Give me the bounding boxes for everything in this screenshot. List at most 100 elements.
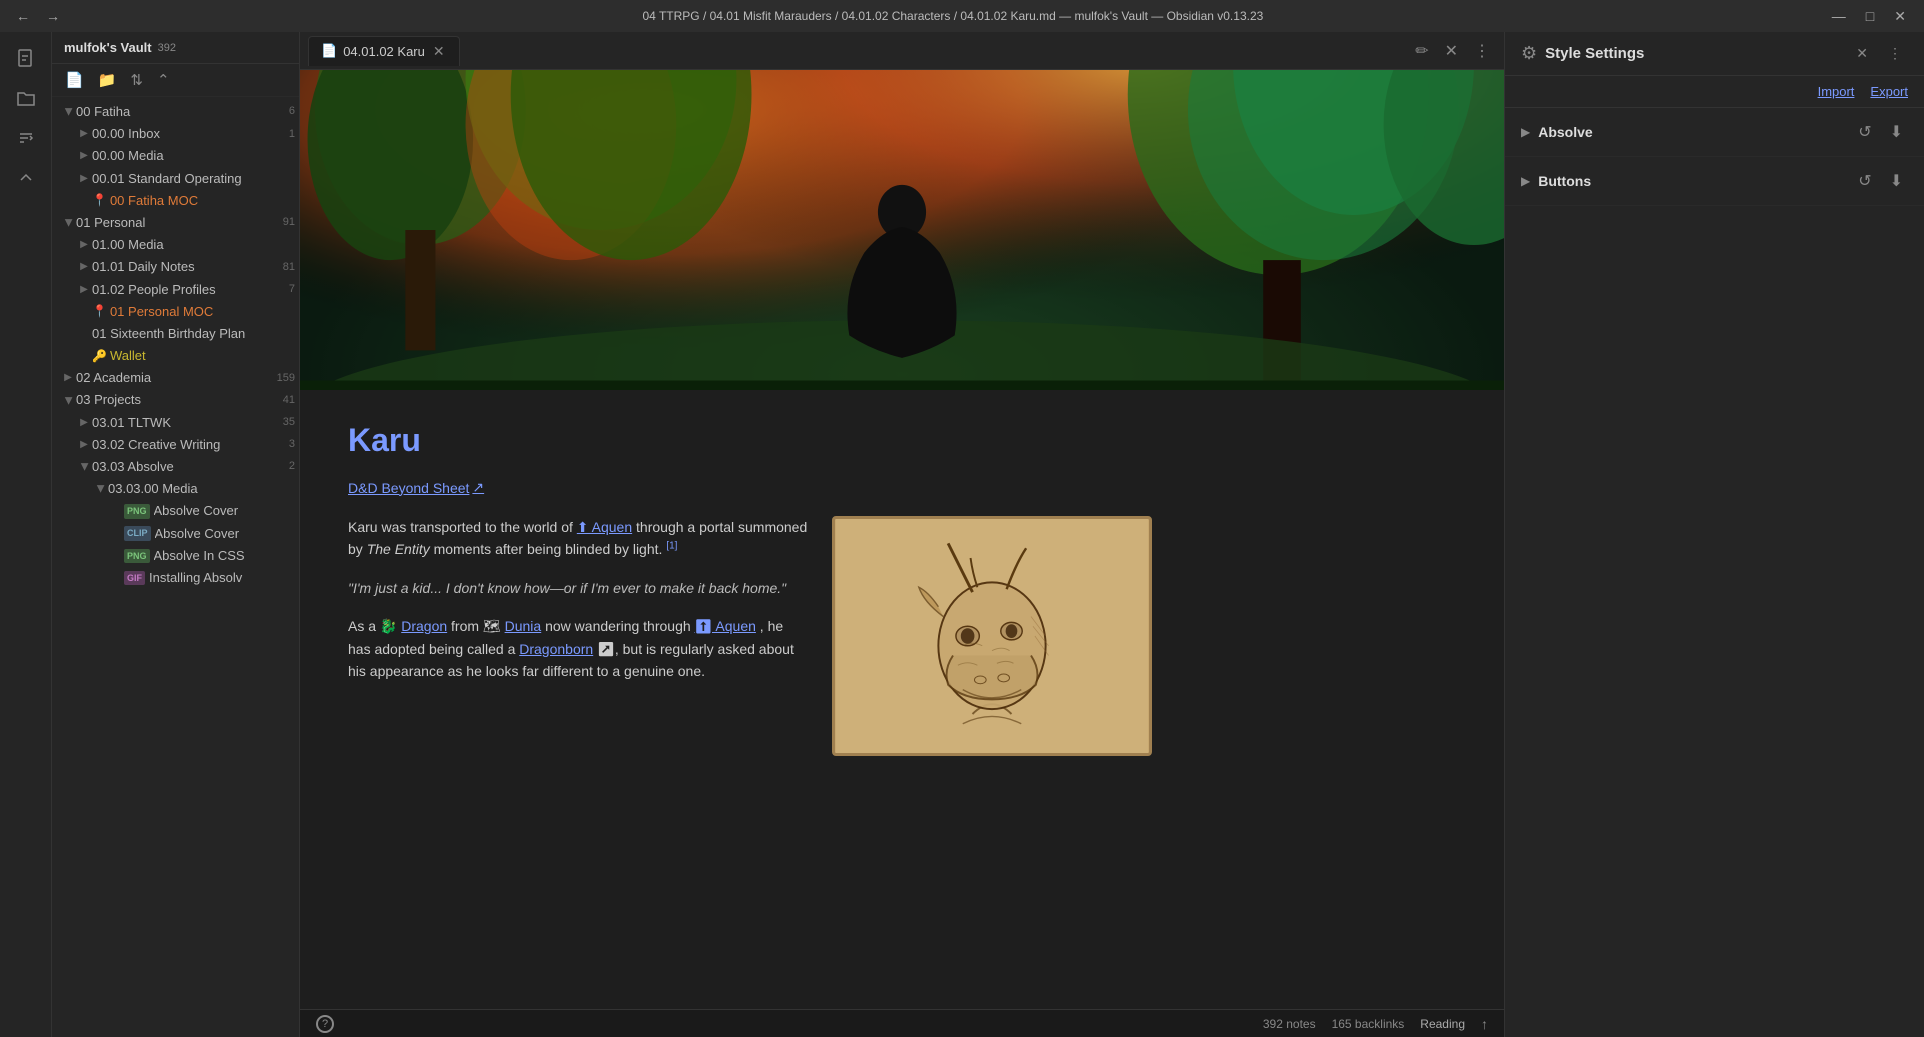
tree-file-01-personal-moc[interactable]: ▶ 📍 01 Personal MOC	[52, 301, 299, 323]
close-panel-button[interactable]: ✕	[1850, 42, 1874, 65]
tree-folder-01-personal[interactable]: ▶ 01 Personal 91	[52, 212, 299, 234]
right-panel-title-row: ⚙ Style Settings	[1521, 43, 1644, 64]
buttons-section-header[interactable]: ▶ Buttons ↺ ⬇	[1505, 157, 1924, 205]
collapse-all-button[interactable]: ⌃	[152, 68, 175, 92]
tree-folder-02-academia[interactable]: ▶ 02 Academia 159	[52, 367, 299, 389]
editor-tab-bar: 📄 04.01.02 Karu ✕ ✏ ✕ ⋮	[300, 32, 1504, 70]
close-tab-button[interactable]: ✕	[1439, 38, 1464, 64]
new-folder-button[interactable]: 📁	[93, 68, 122, 92]
tab-title: 04.01.02 Karu	[343, 44, 425, 59]
right-panel-title: Style Settings	[1545, 45, 1644, 62]
footnote-1: [1]	[666, 541, 677, 552]
expand-arrow: ▶	[76, 148, 92, 164]
expand-arrow: ▶	[60, 215, 76, 231]
sort-files-button[interactable]: ⇅	[125, 68, 148, 92]
expand-arrow: ▶	[60, 104, 76, 120]
dragon-link[interactable]: Dragon	[401, 618, 447, 634]
section-left: ▶ Absolve	[1521, 124, 1593, 140]
buttons-section: ▶ Buttons ↺ ⬇	[1505, 157, 1924, 206]
minimize-button[interactable]: —	[1826, 6, 1852, 27]
status-right: 392 notes 165 backlinks Reading ↑	[1263, 1016, 1488, 1032]
note-content: Karu D&D Beyond Sheet ↗ Karu was transpo…	[300, 390, 1200, 788]
edit-button[interactable]: ✏	[1409, 38, 1434, 64]
forward-button[interactable]: →	[42, 6, 64, 26]
tree-folder-00-inbox[interactable]: ▶ 00.00 Inbox 1	[52, 123, 299, 145]
vault-name: mulfok's Vault	[64, 40, 152, 55]
file-sidebar: mulfok's Vault 392 📄 📁 ⇅ ⌃ ▶ 00 Fatiha 6…	[52, 32, 300, 1037]
vault-header: mulfok's Vault 392	[52, 32, 299, 64]
absolve-download-button[interactable]: ⬇	[1885, 120, 1908, 144]
note-text: Karu was transported to the world of ⬆ A…	[348, 516, 808, 698]
open-folder-button[interactable]	[8, 80, 44, 116]
tree-folder-00-fatiha[interactable]: ▶ 00 Fatiha 6	[52, 101, 299, 123]
pin-icon: 📍	[92, 303, 107, 320]
tree-folder-01-media[interactable]: ▶ 01.00 Media	[52, 234, 299, 256]
absolve-section: ▶ Absolve ↺ ⬇	[1505, 108, 1924, 157]
back-button[interactable]: ←	[12, 6, 34, 26]
buttons-reset-button[interactable]: ↺	[1853, 169, 1876, 193]
buttons-download-button[interactable]: ⬇	[1885, 169, 1908, 193]
tree-file-absolve-cover-clip[interactable]: ▶ CLIP Absolve Cover	[52, 523, 299, 545]
aquen-link-1[interactable]: ⬆ Aquen	[577, 519, 632, 535]
help-icon-button[interactable]: ?	[316, 1015, 334, 1033]
vault-count: 392	[158, 42, 176, 54]
tree-file-absolve-cover-png[interactable]: ▶ PNG Absolve Cover	[52, 500, 299, 522]
new-file-button[interactable]	[8, 40, 44, 76]
absolve-section-header[interactable]: ▶ Absolve ↺ ⬇	[1505, 108, 1924, 156]
pin-icon: 📍	[92, 192, 107, 209]
icon-sidebar	[0, 32, 52, 1037]
expand-arrow: ▶	[76, 126, 92, 142]
style-settings-panel: ⚙ Style Settings ✕ ⋮ Import Export ▶ Abs…	[1504, 32, 1924, 1037]
tree-file-absolve-in-css[interactable]: ▶ PNG Absolve In CSS	[52, 545, 299, 567]
window-controls: — □ ✕	[1826, 6, 1912, 27]
sync-icon[interactable]: ↑	[1481, 1016, 1488, 1032]
tree-folder-03-projects[interactable]: ▶ 03 Projects 41	[52, 389, 299, 411]
maximize-button[interactable]: □	[1860, 6, 1880, 27]
right-panel-actions: ✕ ⋮	[1850, 42, 1908, 65]
expand-arrow: ▶	[76, 415, 92, 431]
reading-mode[interactable]: Reading	[1420, 1017, 1465, 1031]
collapse-button[interactable]	[8, 160, 44, 196]
hero-scene-svg	[300, 70, 1504, 390]
png-badge: PNG	[124, 504, 150, 519]
editor-tab-karu[interactable]: 📄 04.01.02 Karu ✕	[308, 36, 460, 66]
tree-folder-01-daily[interactable]: ▶ 01.01 Daily Notes 81	[52, 256, 299, 278]
tree-folder-01-people[interactable]: ▶ 01.02 People Profiles 7	[52, 279, 299, 301]
tree-file-01-birthday[interactable]: ▶ 01 Sixteenth Birthday Plan	[52, 323, 299, 345]
import-button[interactable]: Import	[1818, 84, 1855, 99]
more-panel-options-button[interactable]: ⋮	[1882, 42, 1908, 65]
sort-button[interactable]	[8, 120, 44, 156]
note-body: Karu was transported to the world of ⬆ A…	[348, 516, 1152, 756]
more-tab-options-button[interactable]: ⋮	[1468, 38, 1496, 64]
tree-file-wallet[interactable]: ▶ 🔑 Wallet	[52, 345, 299, 367]
dragon-sketch-svg	[835, 519, 1149, 753]
tree-file-installing-absolv[interactable]: ▶ GIF Installing Absolv	[52, 567, 299, 589]
note-title: Karu	[348, 422, 1152, 459]
tree-folder-03-tltwk[interactable]: ▶ 03.01 TLTWK 35	[52, 412, 299, 434]
expand-arrow: ▶	[76, 237, 92, 253]
new-note-button[interactable]: 📄	[60, 68, 89, 92]
expand-arrow: ▶	[76, 171, 92, 187]
tree-folder-00-standard[interactable]: ▶ 00.01 Standard Operating	[52, 168, 299, 190]
dnd-link[interactable]: D&D Beyond Sheet ↗	[348, 479, 1152, 516]
tree-folder-03-absolve[interactable]: ▶ 03.03 Absolve 2	[52, 456, 299, 478]
notes-count: 392 notes	[1263, 1017, 1316, 1031]
png-badge: PNG	[124, 549, 150, 564]
dragonborn-link[interactable]: Dragonborn	[519, 641, 593, 657]
editor-content: Karu D&D Beyond Sheet ↗ Karu was transpo…	[300, 70, 1504, 1009]
aquen-link-2[interactable]: ⬆ Aquen	[695, 618, 756, 634]
dnd-beyond-link[interactable]: D&D Beyond Sheet ↗	[348, 479, 484, 496]
backlinks-count: 165 backlinks	[1332, 1017, 1405, 1031]
tab-close-button[interactable]: ✕	[431, 43, 447, 60]
close-window-button[interactable]: ✕	[1888, 6, 1912, 27]
tree-folder-absolve-media[interactable]: ▶ 03.03.00 Media	[52, 478, 299, 500]
dunia-link[interactable]: Dunia	[505, 618, 542, 634]
absolve-reset-button[interactable]: ↺	[1853, 120, 1876, 144]
export-button[interactable]: Export	[1870, 84, 1908, 99]
tree-folder-00-media[interactable]: ▶ 00.00 Media	[52, 145, 299, 167]
wallet-icon: 🔑	[92, 348, 107, 365]
tree-file-00-moc[interactable]: ▶ 📍 00 Fatiha MOC	[52, 190, 299, 212]
tree-folder-03-creative[interactable]: ▶ 03.02 Creative Writing 3	[52, 434, 299, 456]
absolve-arrow-icon: ▶	[1521, 125, 1530, 139]
expand-arrow: ▶	[76, 282, 92, 298]
